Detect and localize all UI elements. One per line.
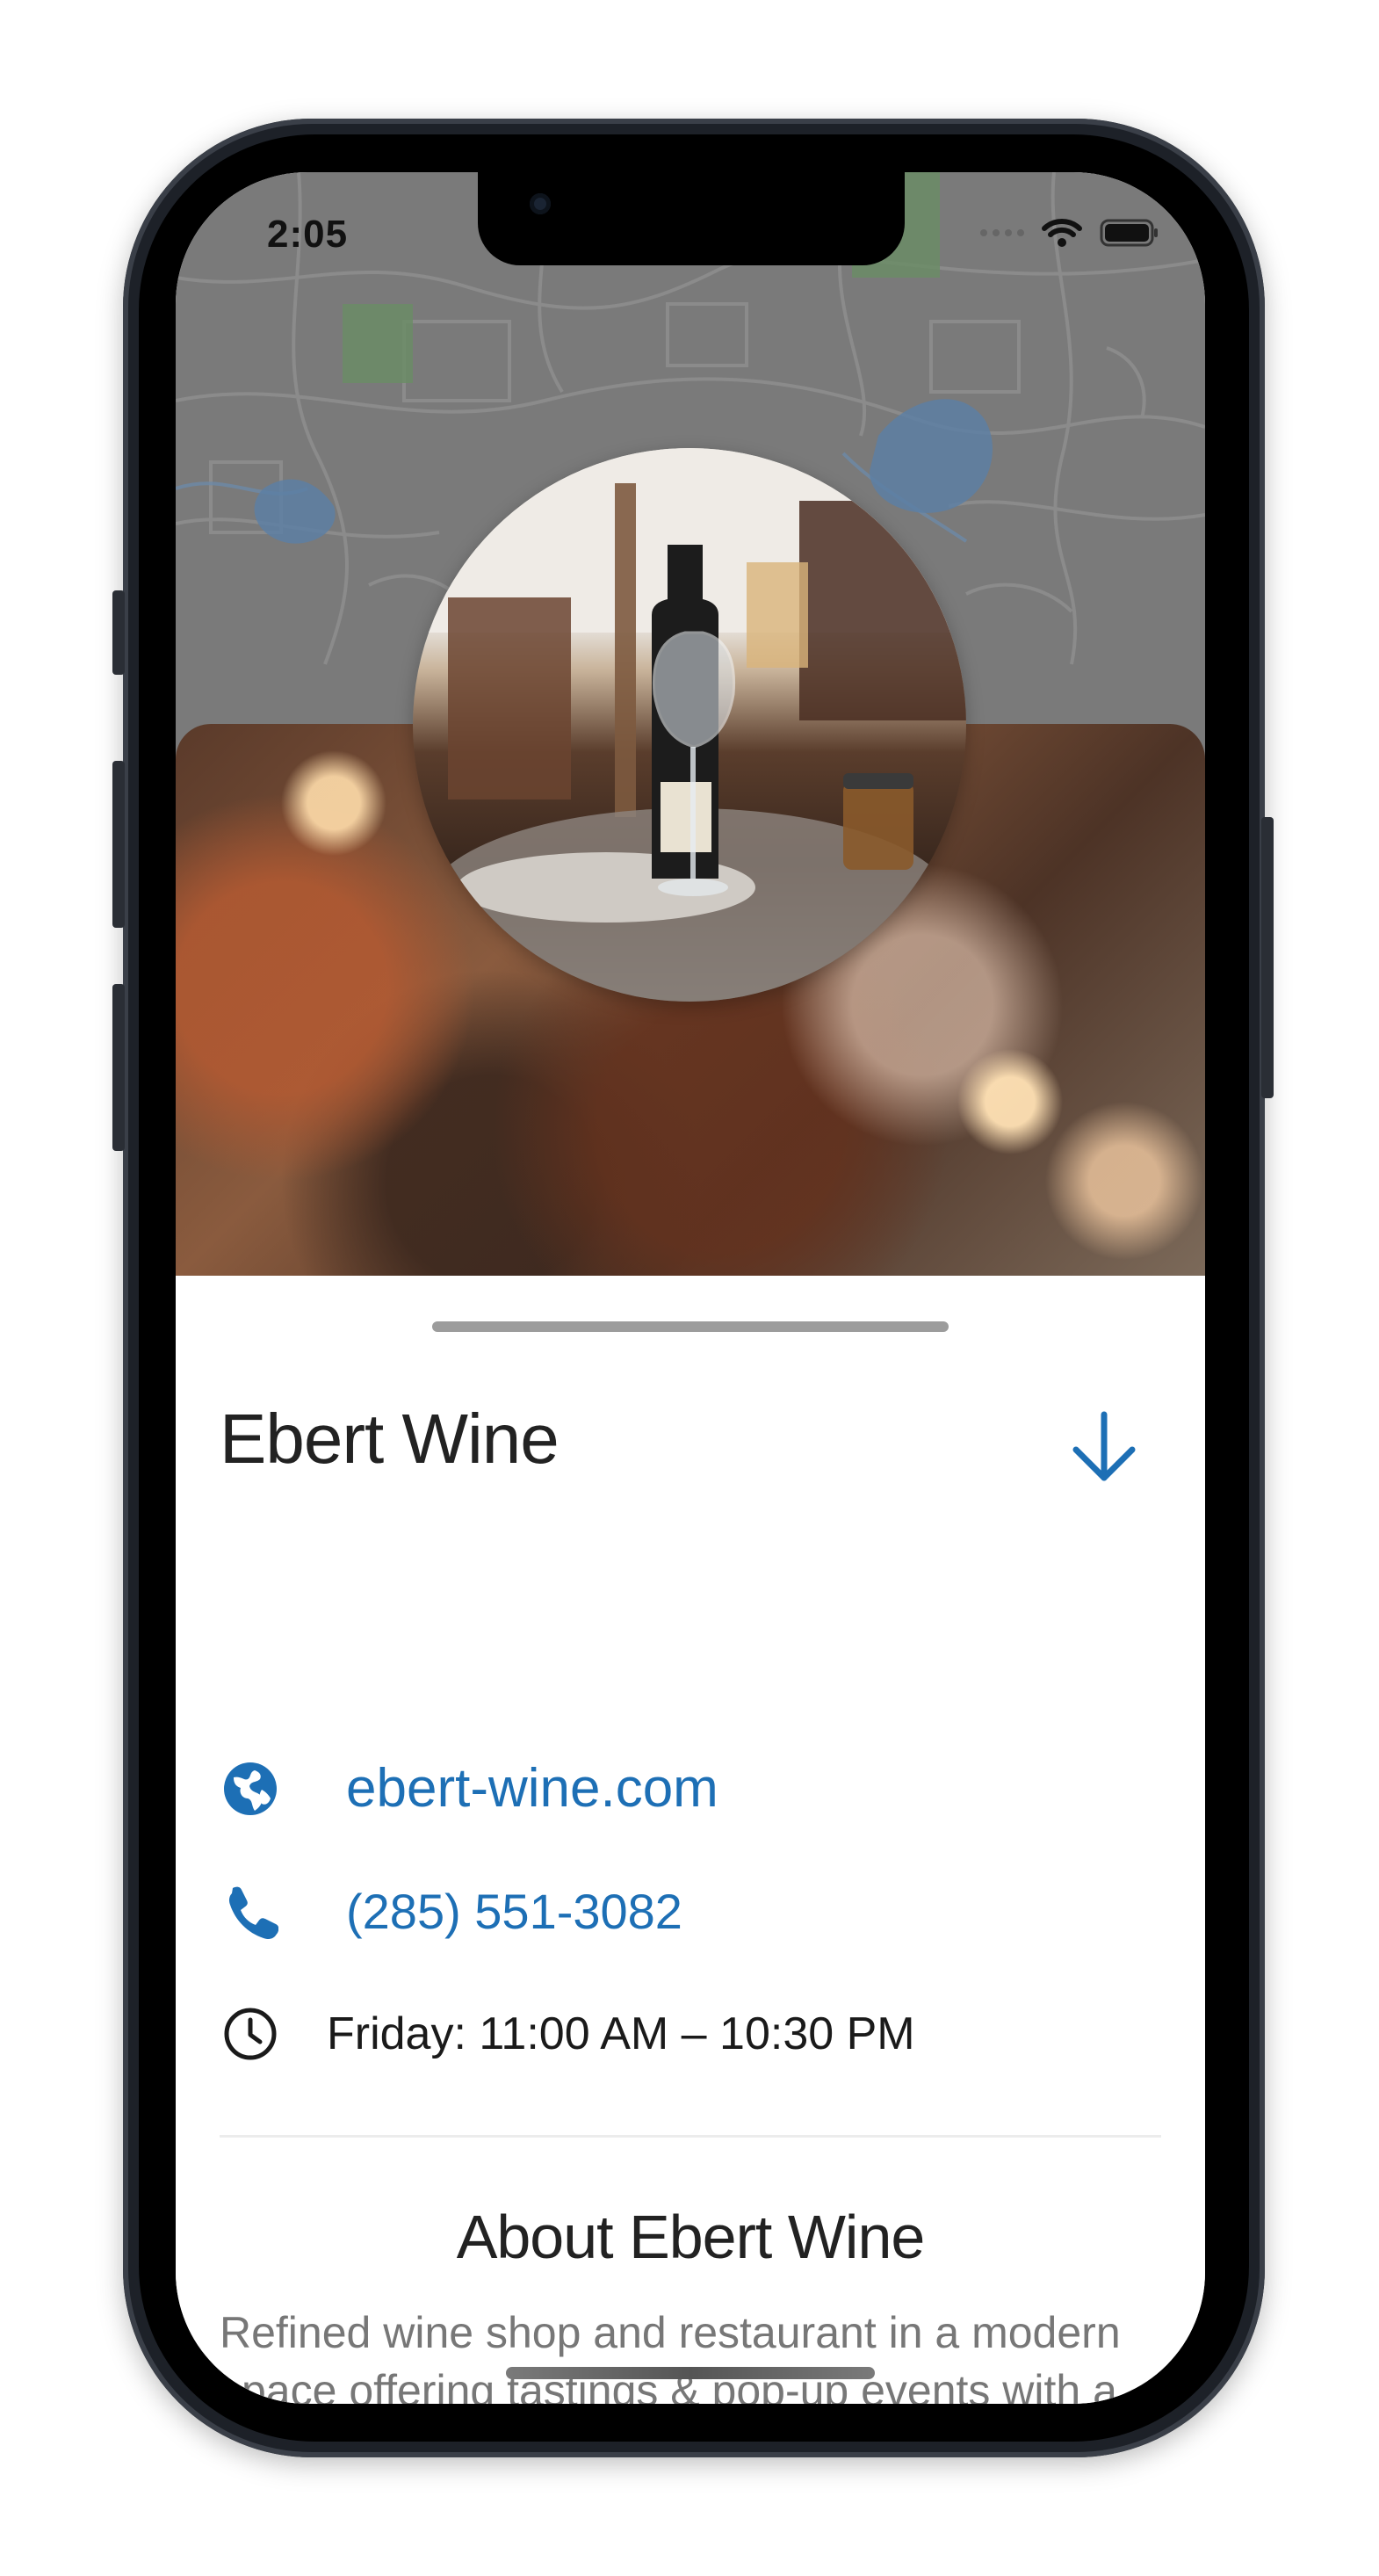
place-avatar-photo [413, 448, 966, 1002]
home-indicator[interactable] [506, 2367, 875, 2379]
volume-down-button [112, 984, 125, 1151]
about-title: About Ebert Wine [456, 2203, 926, 2271]
website-link[interactable]: ebert-wine.com [346, 1757, 718, 1820]
phone-row[interactable]: (285) 551-3082 [220, 1880, 682, 1942]
power-button [1261, 817, 1274, 1098]
front-camera [530, 193, 551, 214]
place-title: Ebert Wine [220, 1400, 560, 1478]
section-divider [220, 2135, 1161, 2138]
volume-up-button [112, 761, 125, 928]
status-time: 2:05 [267, 213, 349, 256]
sheet-grabber[interactable] [432, 1321, 949, 1332]
hours-row: Friday: 11:00 AM – 10:30 PM [220, 2003, 915, 2065]
website-row[interactable]: ebert-wine.com [220, 1757, 718, 1820]
about-description: Refined wine shop and restaurant in a mo… [220, 2308, 1121, 2404]
status-icons [980, 218, 1159, 248]
app-screen: 2:05 Ebert Wine ebert-wine.com (285) 551… [176, 172, 1205, 2404]
device-notch [478, 172, 905, 265]
phone-icon [220, 1880, 281, 1942]
globe-icon [220, 1758, 281, 1820]
clock-icon [220, 2003, 281, 2065]
silent-switch [112, 590, 125, 675]
collapse-button[interactable] [1065, 1407, 1144, 1487]
wifi-icon [1042, 219, 1082, 247]
place-details-sheet: Ebert Wine ebert-wine.com (285) 551-3082… [176, 1276, 1205, 2404]
cellular-dots-icon [980, 229, 1024, 236]
battery-icon [1100, 219, 1158, 247]
arrow-down-icon [1072, 1411, 1136, 1481]
hours-text: Friday: 11:00 AM – 10:30 PM [327, 2008, 915, 2059]
phone-link[interactable]: (285) 551-3082 [346, 1883, 682, 1940]
